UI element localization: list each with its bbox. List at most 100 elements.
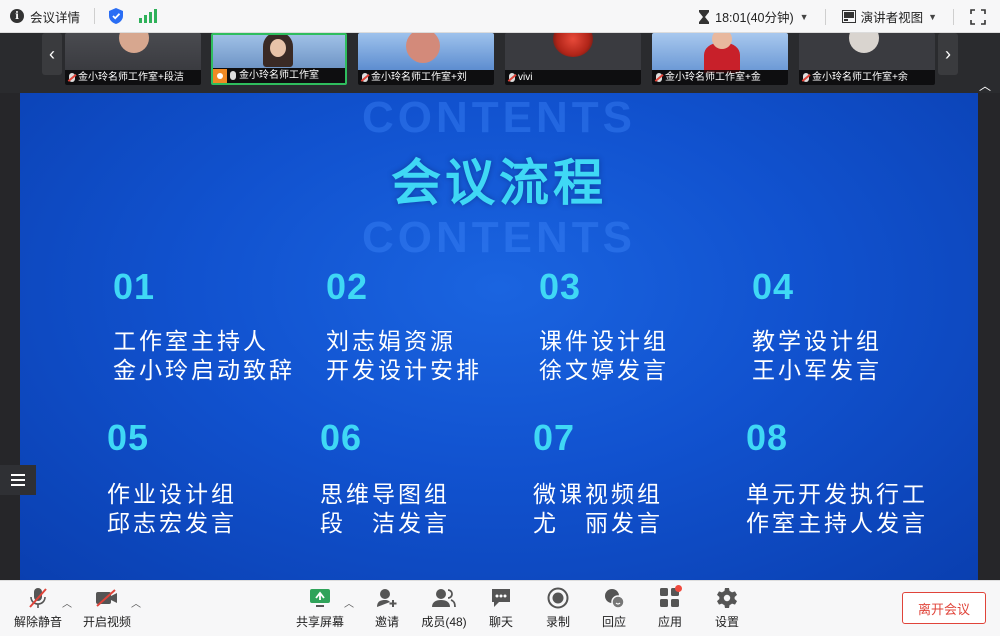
- invite-icon: [377, 589, 397, 607]
- agenda-line: 作室主持人发言: [746, 510, 928, 536]
- agenda-line: 微课视频组: [533, 481, 663, 507]
- reaction-button[interactable]: 回应: [586, 585, 642, 633]
- mic-muted-icon: [29, 588, 47, 608]
- top-bar: i 会议详情 18:01(40分钟) ▼ 演讲者视图 ▼: [0, 0, 1000, 33]
- agenda-line: 开发设计安排: [326, 357, 482, 383]
- apps-label: 应用: [657, 615, 682, 629]
- apps-button[interactable]: 应用: [642, 585, 698, 633]
- mic-icon: [230, 71, 236, 80]
- view-switch-button[interactable]: 演讲者视图 ▼: [841, 7, 937, 26]
- chat-icon: [492, 589, 510, 607]
- chevron-up-icon[interactable]: ︿: [62, 595, 72, 610]
- leave-meeting-button[interactable]: 离开会议: [902, 592, 986, 624]
- chat-button[interactable]: 聊天: [473, 585, 529, 633]
- camera-off-icon: [96, 589, 117, 607]
- meeting-toolbar: 解除静音 ︿ 开启视频 ︿ 共享屏幕 ︿ 邀请 成员(48) 聊天 录制 回应 …: [0, 580, 1000, 636]
- agenda-number: 04: [752, 266, 795, 307]
- members-icon: [432, 589, 456, 608]
- agenda-line: 作业设计组: [107, 481, 237, 507]
- mic-muted-icon: [509, 73, 515, 82]
- agenda-line: 尤 丽发言: [533, 510, 663, 536]
- slide-title: 会议流程: [391, 155, 607, 211]
- notification-dot: [675, 585, 682, 592]
- participant-name: 金小玲名师工作室: [239, 70, 319, 81]
- agenda-number: 06: [320, 417, 363, 458]
- unmute-label: 解除静音: [13, 615, 62, 629]
- agenda-line: 教学设计组: [752, 328, 882, 354]
- gear-icon: [717, 588, 737, 608]
- agenda-line: 徐文婷发言: [539, 357, 669, 383]
- gallery-next-button[interactable]: ›: [938, 33, 958, 75]
- mic-muted-icon: [362, 73, 368, 82]
- record-button[interactable]: 录制: [530, 585, 586, 633]
- agenda-item: 06 思维导图组 段 洁发言: [320, 418, 450, 538]
- share-screen-button[interactable]: 共享屏幕: [292, 585, 348, 633]
- participant-video: [358, 33, 494, 70]
- mic-muted-icon: [803, 73, 809, 82]
- participant-tile-active[interactable]: 金小玲名师工作室: [211, 33, 347, 85]
- agenda-line: 金小玲启动致辞: [113, 357, 295, 383]
- chevron-down-icon: ▼: [928, 11, 937, 22]
- agenda-item: 01 工作室主持人 金小玲启动致辞: [113, 267, 295, 385]
- agenda-line: 段 洁发言: [320, 510, 450, 536]
- agenda-item: 07 微课视频组 尤 丽发言: [533, 418, 663, 538]
- record-label: 录制: [545, 615, 570, 629]
- chevron-down-icon[interactable]: ▼: [800, 12, 809, 22]
- members-button[interactable]: 成员(48): [416, 585, 472, 633]
- unmute-button[interactable]: 解除静音: [10, 585, 66, 633]
- view-label: 演讲者视图: [860, 11, 924, 25]
- side-panel-toggle[interactable]: [0, 465, 36, 495]
- participant-name: 金小玲名师工作室+金: [665, 72, 761, 83]
- shield-icon[interactable]: [109, 8, 124, 24]
- chevron-up-icon[interactable]: ︿: [344, 595, 354, 610]
- slide-watermark: CONTENTS: [362, 93, 636, 142]
- participant-tile[interactable]: 金小玲名师工作室+金: [652, 33, 788, 85]
- agenda-item: 03 课件设计组 徐文婷发言: [539, 267, 669, 385]
- chevron-up-icon[interactable]: ︿: [131, 595, 141, 610]
- members-label: 成员(48): [421, 615, 467, 629]
- participant-video: [65, 33, 201, 70]
- settings-label: 设置: [714, 615, 739, 629]
- participant-tile[interactable]: vivi: [505, 33, 641, 85]
- participant-video: [652, 33, 788, 73]
- participant-tile[interactable]: 金小玲名师工作室+余: [799, 33, 935, 85]
- share-screen-label: 共享屏幕: [295, 615, 344, 629]
- record-icon: [547, 587, 569, 609]
- agenda-item: 02 刘志娟资源 开发设计安排: [326, 267, 482, 385]
- participant-tile[interactable]: 金小玲名师工作室+段洁: [65, 33, 201, 85]
- layout-icon: [841, 10, 856, 23]
- chat-label: 聊天: [488, 615, 513, 629]
- fullscreen-icon[interactable]: [970, 8, 986, 25]
- agenda-number: 01: [113, 266, 156, 307]
- video-gallery: ‹ 金小玲名师工作室+段洁 金小玲名师工作室 金小玲名师工作室+刘 vivi 金…: [0, 33, 1000, 93]
- agenda-line: 思维导图组: [320, 481, 450, 507]
- participant-name: vivi: [518, 72, 533, 83]
- agenda-line: 王小军发言: [752, 357, 882, 383]
- invite-button[interactable]: 邀请: [359, 585, 415, 633]
- participant-name: 金小玲名师工作室+刘: [371, 72, 467, 83]
- shared-screen-area: CONTENTS CONTENTS 会议流程 01 工作室主持人 金小玲启动致辞…: [0, 93, 1000, 580]
- start-video-button[interactable]: 开启视频: [79, 585, 135, 633]
- gallery-prev-button[interactable]: ‹: [42, 33, 62, 75]
- slide-watermark: CONTENTS: [362, 213, 636, 262]
- collapse-gallery-button[interactable]: ︿: [970, 76, 1000, 94]
- agenda-line: 邱志宏发言: [107, 510, 237, 536]
- start-video-label: 开启视频: [82, 615, 131, 629]
- share-screen-icon: [310, 589, 330, 607]
- participant-name: 金小玲名师工作室+余: [812, 72, 908, 83]
- divider: [824, 8, 826, 25]
- settings-button[interactable]: 设置: [699, 585, 755, 633]
- info-icon[interactable]: i: [10, 9, 24, 23]
- agenda-item: 08 单元开发执行工 作室主持人发言: [746, 418, 928, 538]
- meeting-details-link[interactable]: 会议详情: [30, 7, 80, 26]
- signal-icon[interactable]: [139, 9, 158, 23]
- meeting-timer[interactable]: 18:01(40分钟) ▼: [699, 7, 809, 26]
- host-icon: [213, 68, 227, 83]
- timer-text: 18:01(40分钟): [715, 11, 794, 25]
- participant-video: [799, 33, 935, 70]
- participant-tile[interactable]: 金小玲名师工作室+刘: [358, 33, 494, 85]
- agenda-item: 04 教学设计组 王小军发言: [752, 267, 882, 385]
- reaction-icon: [605, 589, 625, 609]
- agenda-number: 08: [746, 417, 789, 458]
- mic-muted-icon: [656, 73, 662, 82]
